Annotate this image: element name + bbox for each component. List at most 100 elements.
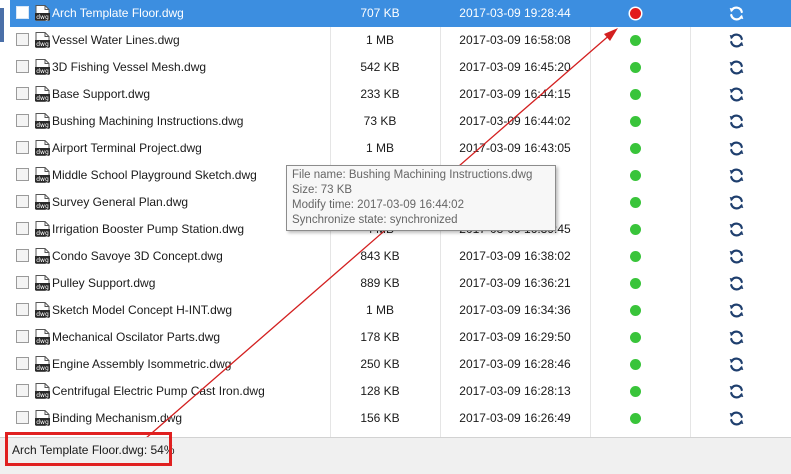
left-edge-marker bbox=[0, 8, 4, 42]
tooltip-sync-state: Synchronize state: synchronized bbox=[292, 214, 458, 226]
file-modify-time: 2017-03-09 16:28:46 bbox=[459, 357, 571, 371]
svg-text:dwg: dwg bbox=[36, 68, 49, 75]
sync-icon[interactable] bbox=[728, 113, 745, 130]
file-row[interactable]: dwg Binding Mechanism.dwg 156 KB 2017-03-09… bbox=[10, 405, 791, 432]
row-checkbox[interactable] bbox=[16, 384, 29, 397]
row-checkbox[interactable] bbox=[16, 249, 29, 262]
row-checkbox[interactable] bbox=[16, 222, 29, 235]
file-row[interactable]: dwg Arch Template Floor.dwg 707 KB 2017-03-… bbox=[10, 0, 791, 27]
file-name: Base Support.dwg bbox=[52, 87, 151, 101]
row-checkbox[interactable] bbox=[16, 411, 29, 424]
row-checkbox[interactable] bbox=[16, 87, 29, 100]
file-modify-time: 2017-03-09 16:43:05 bbox=[459, 141, 571, 155]
file-name: Survey General Plan.dwg bbox=[52, 195, 189, 209]
sync-icon[interactable] bbox=[728, 248, 745, 265]
left-edge bbox=[0, 0, 6, 437]
file-modify-time: 2017-03-09 16:26:49 bbox=[459, 411, 571, 425]
dwg-file-icon: dwg bbox=[35, 248, 50, 264]
status-highlight-box bbox=[5, 432, 172, 466]
status-dot-icon bbox=[630, 305, 641, 316]
status-dot-icon bbox=[630, 143, 641, 154]
dwg-file-icon: dwg bbox=[35, 329, 50, 345]
file-row[interactable]: dwg 3D Fishing Vessel Mesh.dwg 542 KB 2017-… bbox=[10, 54, 791, 81]
svg-text:dwg: dwg bbox=[36, 392, 49, 399]
row-checkbox[interactable] bbox=[16, 60, 29, 73]
file-row[interactable]: dwg Bushing Machining Instructions.dwg 73 … bbox=[10, 108, 791, 135]
row-checkbox[interactable] bbox=[16, 357, 29, 370]
file-row[interactable]: dwg Base Support.dwg 233 KB 2017-03-09 16:4… bbox=[10, 81, 791, 108]
row-checkbox[interactable] bbox=[16, 195, 29, 208]
row-checkbox[interactable] bbox=[16, 114, 29, 127]
file-row[interactable]: dwg Engine Assembly Isommetric.dwg 250 KB 2… bbox=[10, 351, 791, 378]
dwg-file-icon: dwg bbox=[35, 59, 50, 75]
svg-text:dwg: dwg bbox=[36, 338, 49, 345]
sync-icon[interactable] bbox=[728, 302, 745, 319]
file-name: Sketch Model Concept H-INT.dwg bbox=[52, 303, 233, 317]
row-checkbox[interactable] bbox=[16, 330, 29, 343]
status-dot-icon bbox=[630, 62, 641, 73]
file-size: 250 KB bbox=[360, 357, 400, 371]
file-row[interactable]: dwg Centrifugal Electric Pump Cast Iron.d… bbox=[10, 378, 791, 405]
sync-icon[interactable] bbox=[728, 329, 745, 346]
row-checkbox[interactable] bbox=[16, 6, 29, 19]
dwg-file-icon: dwg bbox=[35, 302, 50, 318]
file-modify-time: 2017-03-09 16:34:36 bbox=[459, 303, 571, 317]
row-checkbox[interactable] bbox=[16, 168, 29, 181]
svg-text:dwg: dwg bbox=[36, 257, 49, 264]
file-modify-time: 2017-03-09 16:28:13 bbox=[459, 384, 571, 398]
sync-icon[interactable] bbox=[728, 167, 745, 184]
file-modify-time: 2017-03-09 16:44:02 bbox=[459, 114, 571, 128]
sync-icon[interactable] bbox=[728, 86, 745, 103]
svg-text:dwg: dwg bbox=[36, 14, 49, 21]
file-name: Mechanical Oscilator Parts.dwg bbox=[52, 330, 221, 344]
row-checkbox[interactable] bbox=[16, 141, 29, 154]
svg-text:dwg: dwg bbox=[36, 419, 49, 426]
sync-icon[interactable] bbox=[728, 5, 745, 22]
row-checkbox[interactable] bbox=[16, 33, 29, 46]
sync-icon[interactable] bbox=[728, 140, 745, 157]
sync-icon[interactable] bbox=[728, 194, 745, 211]
file-modify-time: 2017-03-09 16:29:50 bbox=[459, 330, 571, 344]
file-name: Vessel Water Lines.dwg bbox=[52, 33, 180, 47]
file-row[interactable]: dwg Condo Savoye 3D Concept.dwg 843 KB 2017… bbox=[10, 243, 791, 270]
row-checkbox[interactable] bbox=[16, 276, 29, 289]
sync-icon[interactable] bbox=[728, 59, 745, 76]
file-modify-time: 2017-03-09 16:44:15 bbox=[459, 87, 571, 101]
file-row[interactable]: dwg Vessel Water Lines.dwg 1 MB 2017-03-09 … bbox=[10, 27, 791, 54]
dwg-file-icon: dwg bbox=[35, 140, 50, 156]
file-modify-time: 2017-03-09 16:36:21 bbox=[459, 276, 571, 290]
status-dot-icon bbox=[630, 170, 641, 181]
file-size: 889 KB bbox=[360, 276, 400, 290]
sync-icon[interactable] bbox=[728, 275, 745, 292]
file-size: 1 MB bbox=[365, 33, 394, 47]
tooltip-file-name: File name: Bushing Machining Instruction… bbox=[292, 169, 533, 181]
sync-icon[interactable] bbox=[728, 383, 745, 400]
file-size: 1 MB bbox=[365, 141, 394, 155]
svg-text:dwg: dwg bbox=[36, 149, 49, 156]
file-name: Arch Template Floor.dwg bbox=[52, 6, 184, 20]
row-checkbox[interactable] bbox=[16, 303, 29, 316]
status-dot-icon bbox=[630, 251, 641, 262]
file-size: 1 MB bbox=[365, 303, 394, 317]
dwg-file-icon: dwg bbox=[35, 356, 50, 372]
file-size: 843 KB bbox=[360, 249, 400, 263]
tooltip-modify-time: Modify time: 2017-03-09 16:44:02 bbox=[292, 199, 464, 211]
file-modify-time: 2017-03-09 16:45:20 bbox=[459, 60, 571, 74]
sync-icon[interactable] bbox=[728, 410, 745, 427]
sync-icon[interactable] bbox=[728, 32, 745, 49]
file-row[interactable]: dwg Airport Terminal Project.dwg 1 MB 2017-… bbox=[10, 135, 791, 162]
file-modify-time: 2017-03-09 16:58:08 bbox=[459, 33, 571, 47]
file-size: 178 KB bbox=[360, 330, 400, 344]
file-name: Engine Assembly Isommetric.dwg bbox=[52, 357, 232, 371]
file-row[interactable]: dwg Pulley Support.dwg 889 KB 2017-03-09 16… bbox=[10, 270, 791, 297]
file-row[interactable]: dwg Sketch Model Concept H-INT.dwg 1 MB 201… bbox=[10, 297, 791, 324]
dwg-file-icon: dwg bbox=[35, 410, 50, 426]
sync-icon[interactable] bbox=[728, 221, 745, 238]
dwg-file-icon: dwg bbox=[35, 194, 50, 210]
file-size: 233 KB bbox=[360, 87, 400, 101]
svg-text:dwg: dwg bbox=[36, 365, 49, 372]
file-row[interactable]: dwg Mechanical Oscilator Parts.dwg 178 KB 2… bbox=[10, 324, 791, 351]
sync-icon[interactable] bbox=[728, 356, 745, 373]
status-dot-icon bbox=[630, 89, 641, 100]
tooltip-size: Size: 73 KB bbox=[292, 184, 353, 196]
